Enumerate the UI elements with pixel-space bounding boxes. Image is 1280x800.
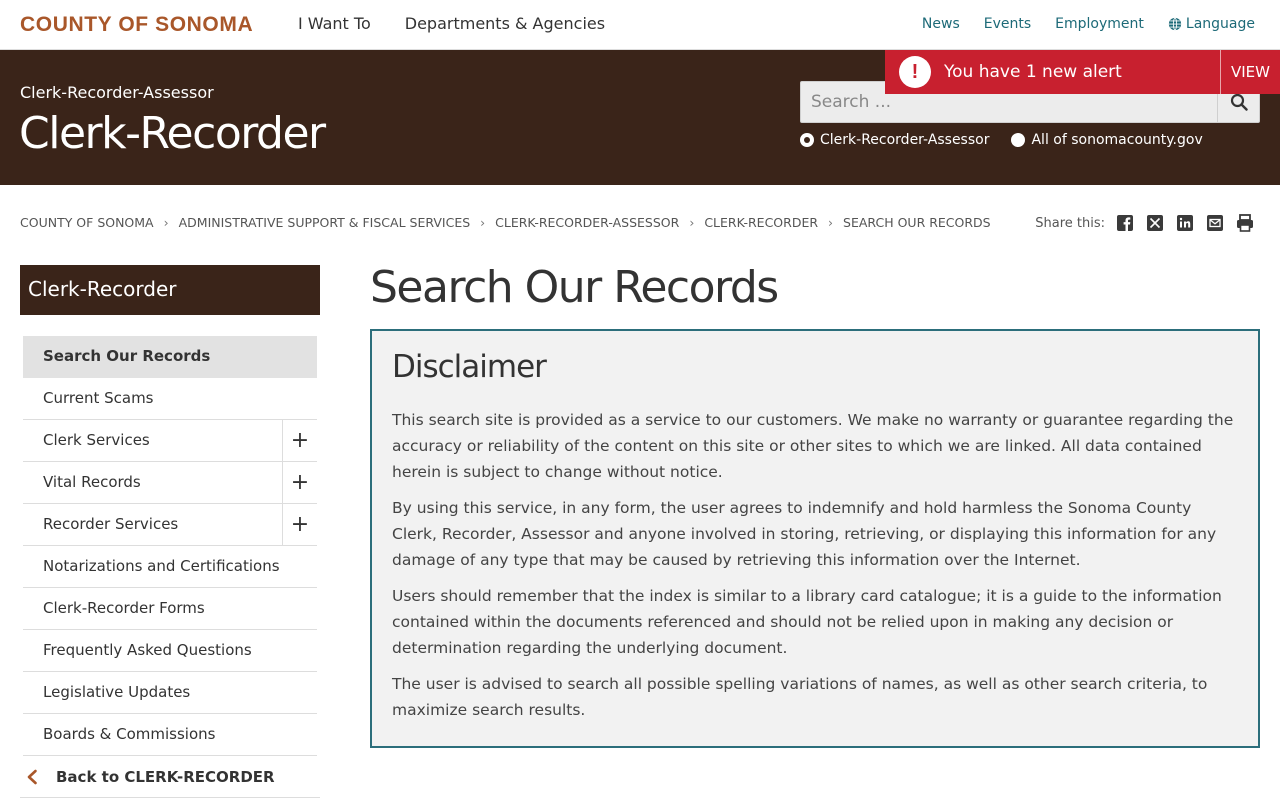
disclaimer-paragraph: Users should remember that the index is … xyxy=(392,587,1222,657)
main-nav: I Want To Departments & Agencies xyxy=(298,14,605,33)
sidebar-item-vital-records[interactable]: Vital Records + xyxy=(23,462,317,504)
scope-option-department[interactable]: Clerk-Recorder-Assessor xyxy=(800,132,989,148)
chevron-left-icon xyxy=(26,769,38,785)
search-scope: Clerk-Recorder-Assessor All of sonomacou… xyxy=(800,132,1203,148)
sidebar-item-label: Clerk Services xyxy=(43,431,150,449)
sidebar-item-boards-commissions[interactable]: Boards & Commissions xyxy=(23,714,317,756)
breadcrumb-separator: › xyxy=(480,215,486,230)
language-selector[interactable]: Language xyxy=(1168,16,1255,32)
sidebar-item-label: Recorder Services xyxy=(43,515,179,533)
breadcrumb: COUNTY OF SONOMA › ADMINISTRATIVE SUPPOR… xyxy=(20,215,991,230)
back-link-label: Back to CLERK-RECORDER xyxy=(56,767,275,786)
back-link[interactable]: Back to CLERK-RECORDER xyxy=(20,756,320,798)
email-icon[interactable] xyxy=(1205,213,1225,233)
sidebar-item-label: Current Scams xyxy=(43,389,154,407)
page-title: Search Our Records xyxy=(370,262,779,313)
hero-subtitle[interactable]: Clerk-Recorder-Assessor xyxy=(20,83,214,102)
disclaimer-paragraph: This search site is provided as a servic… xyxy=(392,411,1234,481)
breadcrumb-admin-support[interactable]: ADMINISTRATIVE SUPPORT & FISCAL SERVICES xyxy=(179,215,471,230)
linkedin-icon[interactable] xyxy=(1175,213,1195,233)
scope-label: Clerk-Recorder-Assessor xyxy=(820,132,990,148)
facebook-icon[interactable] xyxy=(1115,213,1135,233)
share-label: Share this: xyxy=(1035,215,1105,231)
disclaimer-paragraph: By using this service, in any form, the … xyxy=(392,499,1217,569)
alert-view-button[interactable]: VIEW xyxy=(1220,50,1280,94)
breadcrumb-current: SEARCH OUR RECORDS xyxy=(843,215,991,230)
sidebar-nav: Search Our Records Current Scams Clerk S… xyxy=(23,336,317,756)
sidebar-item-label: Notarizations and Certifications xyxy=(43,557,280,575)
sidebar-item-faq[interactable]: Frequently Asked Questions xyxy=(23,630,317,672)
scope-label: All of sonomacounty.gov xyxy=(1031,132,1203,148)
breadcrumb-clerk-recorder[interactable]: CLERK-RECORDER xyxy=(704,215,818,230)
radio-unselected[interactable] xyxy=(1011,133,1026,147)
breadcrumb-county[interactable]: COUNTY OF SONOMA xyxy=(20,215,154,230)
scope-option-all-site[interactable]: All of sonomacounty.gov xyxy=(1011,132,1203,148)
disclaimer-paragraph: The user is advised to search all possib… xyxy=(392,675,1208,719)
share-bar: Share this: xyxy=(1035,213,1255,233)
nav-i-want-to[interactable]: I Want To xyxy=(298,14,371,33)
nav-employment[interactable]: Employment xyxy=(1055,16,1144,32)
sidebar-title[interactable]: Clerk-Recorder xyxy=(20,265,320,315)
sidebar-item-search-our-records[interactable]: Search Our Records xyxy=(23,336,317,378)
nav-news[interactable]: News xyxy=(922,16,960,32)
sidebar-item-label: Vital Records xyxy=(43,473,141,491)
sidebar-item-forms[interactable]: Clerk-Recorder Forms xyxy=(23,588,317,630)
alert-text: You have 1 new alert xyxy=(944,62,1122,82)
search-icon xyxy=(1230,93,1248,111)
hero-title: Clerk-Recorder xyxy=(19,108,326,159)
language-label: Language xyxy=(1185,16,1255,32)
utility-nav: News Events Employment Language xyxy=(922,16,1255,32)
sidebar-item-notarizations[interactable]: Notarizations and Certifications xyxy=(23,546,317,588)
print-icon[interactable] xyxy=(1235,213,1255,233)
radio-selected[interactable] xyxy=(800,133,814,147)
breadcrumb-separator: › xyxy=(163,215,169,230)
sidebar-item-clerk-services[interactable]: Clerk Services + xyxy=(23,420,317,462)
breadcrumb-separator: › xyxy=(828,215,834,230)
sidebar-item-recorder-services[interactable]: Recorder Services + xyxy=(23,504,317,546)
nav-departments-agencies[interactable]: Departments & Agencies xyxy=(405,14,605,33)
sidebar-item-label: Boards & Commissions xyxy=(43,725,216,743)
county-logo-text[interactable]: COUNTY OF SONOMA xyxy=(20,13,253,37)
sidebar-item-label: Search Our Records xyxy=(43,347,211,365)
sidebar-item-legislative-updates[interactable]: Legislative Updates xyxy=(23,672,317,714)
sidebar-item-current-scams[interactable]: Current Scams xyxy=(23,378,317,420)
breadcrumb-separator: › xyxy=(689,215,695,230)
disclaimer-heading: Disclaimer xyxy=(392,349,547,385)
top-bar: COUNTY OF SONOMA I Want To Departments &… xyxy=(0,0,1280,50)
nav-events[interactable]: Events xyxy=(984,16,1031,32)
breadcrumb-clerk-recorder-assessor[interactable]: CLERK-RECORDER-ASSESSOR xyxy=(495,215,679,230)
sidebar-item-label: Clerk-Recorder Forms xyxy=(43,599,205,617)
x-icon[interactable] xyxy=(1145,213,1165,233)
expand-plus-icon[interactable]: + xyxy=(282,420,317,461)
expand-plus-icon[interactable]: + xyxy=(282,462,317,503)
exclamation-icon: ! xyxy=(899,56,931,88)
alert-banner[interactable]: ! You have 1 new alert VIEW xyxy=(885,50,1280,94)
sidebar-item-label: Frequently Asked Questions xyxy=(43,641,252,659)
sidebar-item-label: Legislative Updates xyxy=(43,683,191,701)
disclaimer-box: Disclaimer This search site is provided … xyxy=(370,329,1260,748)
globe-icon xyxy=(1168,17,1182,31)
expand-plus-icon[interactable]: + xyxy=(282,504,317,545)
